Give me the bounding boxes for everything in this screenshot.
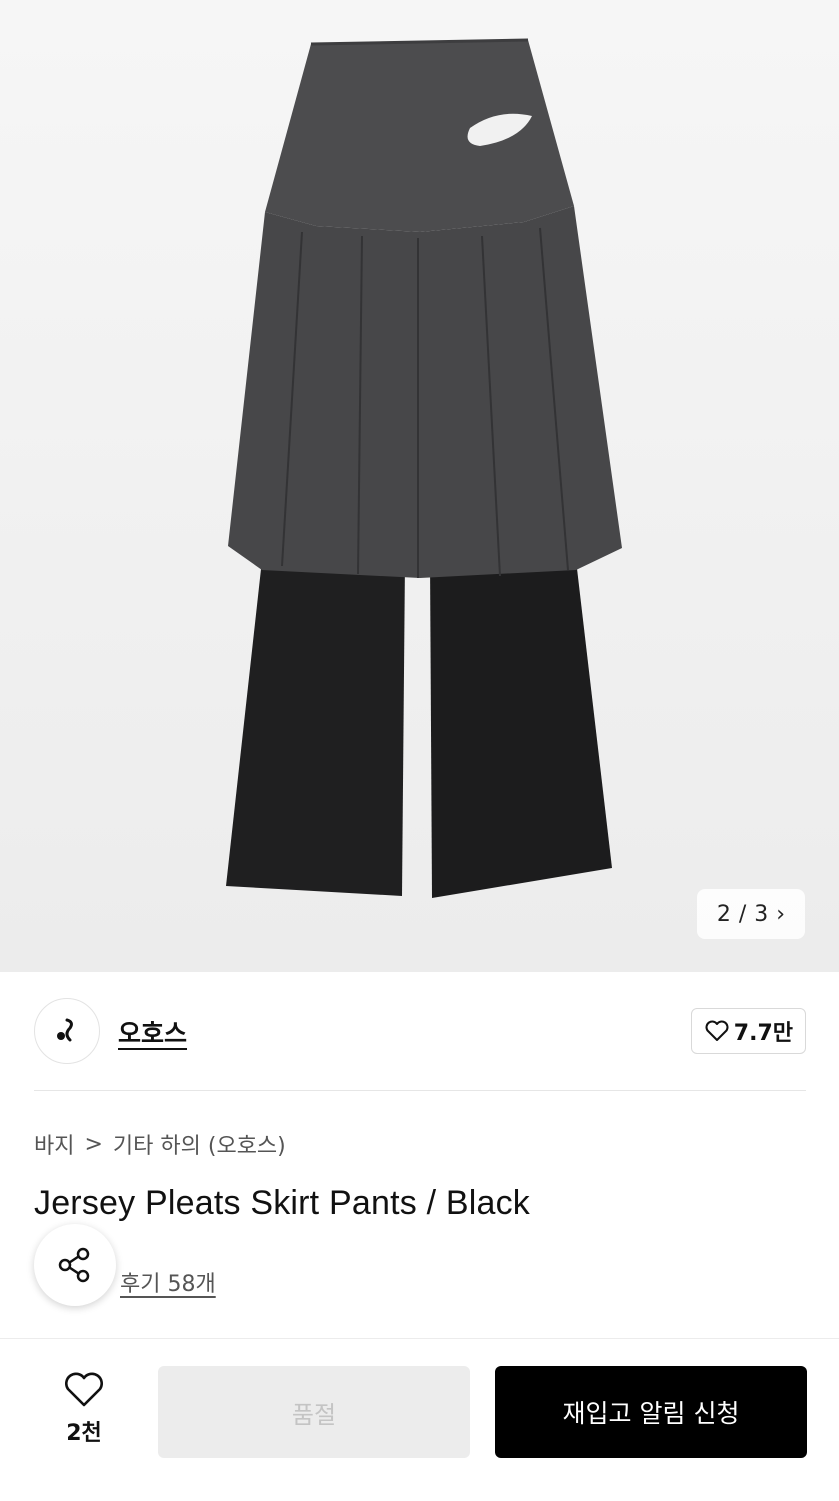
brand-logo[interactable] bbox=[34, 998, 100, 1064]
pager-current: 2 bbox=[716, 901, 731, 927]
brand-row: 오호스 7.7만 bbox=[34, 998, 806, 1064]
breadcrumb-separator: > bbox=[84, 1131, 103, 1157]
wishlist-count: 2천 bbox=[66, 1421, 102, 1446]
product-image bbox=[226, 38, 622, 898]
product-title: Jersey Pleats Skirt Pants / Black bbox=[34, 1184, 530, 1222]
divider bbox=[34, 1090, 806, 1091]
review-count-link[interactable]: 후기 58개 bbox=[120, 1266, 216, 1298]
pager-separator: / bbox=[738, 901, 747, 927]
brand-like-count: 7.7만 bbox=[733, 1021, 793, 1046]
breadcrumb: 바지 > 기타 하의 (오호스) bbox=[34, 1128, 286, 1160]
share-button[interactable] bbox=[34, 1224, 116, 1306]
chevron-right-icon: › bbox=[776, 901, 786, 927]
wishlist-button[interactable]: 2천 bbox=[44, 1371, 124, 1451]
brand-like-button[interactable]: 7.7만 bbox=[690, 1008, 806, 1054]
breadcrumb-subcategory[interactable]: 기타 하의 (오호스) bbox=[113, 1128, 286, 1160]
image-pager[interactable]: 2 / 3 › bbox=[697, 889, 805, 939]
bottom-action-bar: 2천 품절 재입고 알림 신청 bbox=[0, 1338, 839, 1501]
restock-alert-button[interactable]: 재입고 알림 신청 bbox=[495, 1366, 807, 1458]
share-icon bbox=[58, 1247, 90, 1283]
pager-total: 3 bbox=[754, 901, 769, 927]
brand-logo-icon bbox=[57, 1018, 73, 1042]
product-image-gallery[interactable]: 2 / 3 › bbox=[0, 0, 839, 972]
heart-icon bbox=[705, 1020, 729, 1041]
breadcrumb-category[interactable]: 바지 bbox=[34, 1128, 74, 1160]
brand-name[interactable]: 오호스 bbox=[118, 1014, 187, 1050]
heart-icon bbox=[65, 1372, 103, 1407]
soldout-button[interactable]: 품절 bbox=[158, 1366, 470, 1458]
